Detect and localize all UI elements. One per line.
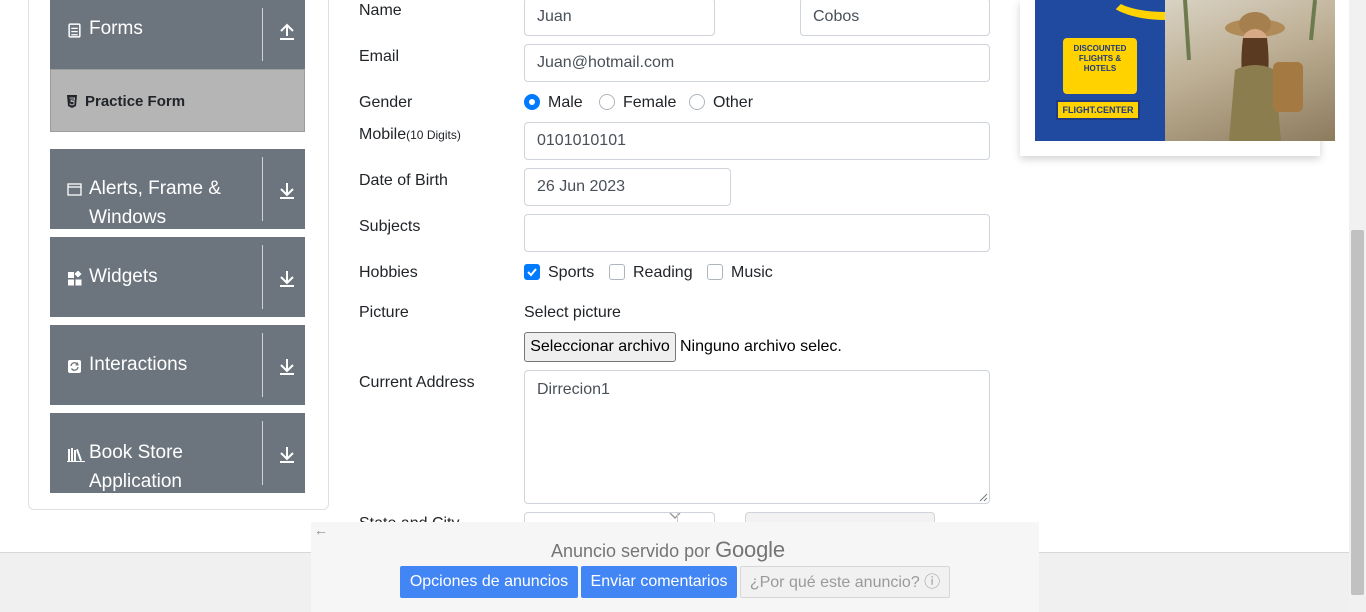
download-arrow-icon[interactable] bbox=[278, 181, 296, 201]
google-logo: Google bbox=[715, 537, 785, 562]
back-arrow-icon[interactable]: ← bbox=[313, 522, 329, 540]
picture-prompt: Select picture bbox=[524, 304, 621, 321]
address-label: Current Address bbox=[359, 374, 475, 391]
email-input[interactable]: Juan@hotmail.com bbox=[524, 44, 990, 82]
document-icon bbox=[68, 23, 81, 38]
sidebar-group-label-line2: Application bbox=[89, 471, 182, 492]
html5-icon bbox=[67, 95, 77, 108]
gender-label: Gender bbox=[359, 94, 413, 111]
widgets-icon bbox=[68, 271, 82, 286]
sidebar-group-interactions[interactable]: Interactions bbox=[50, 325, 305, 405]
gender-option-label[interactable]: Other bbox=[713, 94, 753, 112]
mobile-hint: (10 Digits) bbox=[406, 128, 461, 142]
hobby-option-label[interactable]: Sports bbox=[548, 264, 594, 282]
subjects-label: Subjects bbox=[359, 218, 421, 235]
gender-option-label[interactable]: Male bbox=[548, 94, 583, 112]
scrollbar-thumb[interactable] bbox=[1351, 230, 1364, 595]
hobby-option-label[interactable]: Music bbox=[731, 264, 773, 282]
sidebar-group-label: Widgets bbox=[89, 266, 158, 287]
why-this-ad-button[interactable]: ¿Por qué este anuncio? ⓘ bbox=[740, 566, 950, 598]
refresh-icon bbox=[68, 360, 81, 373]
hobby-reading-checkbox[interactable] bbox=[609, 264, 625, 280]
chevron-down-icon bbox=[669, 513, 681, 519]
sidebar-group-label: Forms bbox=[89, 18, 143, 39]
divider bbox=[262, 245, 263, 309]
traveler-illustration bbox=[1183, 0, 1317, 141]
divider bbox=[262, 157, 263, 221]
hobby-option-label[interactable]: Reading bbox=[633, 264, 693, 282]
window-icon bbox=[67, 183, 82, 196]
hobbies-label: Hobbies bbox=[359, 264, 418, 281]
file-status: Ninguno archivo selec. bbox=[680, 338, 842, 355]
last-name-input[interactable]: Cobos bbox=[800, 0, 990, 36]
sidebar-item-label: Practice Form bbox=[85, 93, 186, 110]
served-by-text: Anuncio servido por bbox=[551, 541, 711, 561]
address-text: Dirrecion1 bbox=[537, 381, 610, 398]
sidebar-group-book-store[interactable]: Book Store Application bbox=[50, 413, 305, 493]
checkmark-icon bbox=[527, 268, 537, 277]
sidebar-group-alerts-frame-windows[interactable]: Alerts, Frame & Windows bbox=[50, 149, 305, 229]
ad-brand-logo: FLIGHT.CENTER bbox=[1056, 100, 1140, 120]
mobile-label-text: Mobile bbox=[359, 126, 407, 143]
download-arrow-icon[interactable] bbox=[278, 445, 296, 465]
first-name-input[interactable]: Juan bbox=[524, 0, 715, 36]
subjects-input[interactable] bbox=[524, 214, 990, 252]
sidebar-group-widgets[interactable]: Widgets bbox=[50, 237, 305, 317]
sidebar-item-practice-form[interactable]: Practice Form bbox=[50, 69, 305, 132]
resize-grip-icon[interactable] bbox=[978, 492, 988, 502]
sidebar-group-label: Book Store bbox=[89, 442, 183, 463]
download-arrow-icon[interactable] bbox=[278, 269, 296, 289]
sidebar-group-label: Interactions bbox=[89, 354, 188, 375]
gender-other-radio[interactable] bbox=[689, 94, 705, 110]
picture-label: Picture bbox=[359, 304, 409, 321]
ad-photo bbox=[1165, 0, 1335, 141]
divider bbox=[262, 8, 263, 61]
divider bbox=[262, 333, 263, 397]
ad-options-button[interactable]: Opciones de anuncios bbox=[400, 566, 578, 598]
divider bbox=[262, 421, 263, 485]
gender-option-label[interactable]: Female bbox=[623, 94, 676, 112]
dob-input[interactable]: 26 Jun 2023 bbox=[524, 168, 731, 206]
mobile-label: Mobile(10 Digits) bbox=[359, 126, 461, 144]
upload-arrow-icon[interactable] bbox=[278, 22, 296, 42]
download-arrow-icon[interactable] bbox=[278, 357, 296, 377]
books-icon bbox=[67, 448, 85, 462]
sidebar-group-forms[interactable]: Forms bbox=[50, 0, 305, 69]
gender-female-radio[interactable] bbox=[599, 94, 615, 110]
email-label: Email bbox=[359, 48, 400, 65]
flight-center-ad[interactable]: DISCOUNTED FLIGHTS & HOTELS FLIGHT.CENTE… bbox=[1035, 0, 1335, 141]
name-label: Name bbox=[359, 2, 402, 19]
dob-label: Date of Birth bbox=[359, 172, 448, 189]
send-feedback-button[interactable]: Enviar comentarios bbox=[581, 566, 737, 598]
gender-male-radio[interactable] bbox=[524, 94, 540, 110]
ad-served-by: Anuncio servido por Google bbox=[551, 537, 785, 563]
choose-file-button[interactable]: Seleccionar archivo bbox=[524, 332, 676, 362]
current-address-textarea[interactable]: Dirrecion1 bbox=[524, 370, 990, 504]
hobby-sports-checkbox[interactable] bbox=[524, 264, 540, 280]
ad-badge-text: DISCOUNTED FLIGHTS & HOTELS bbox=[1073, 44, 1127, 73]
sidebar-group-label-line2: Windows bbox=[89, 207, 167, 228]
sidebar-group-label: Alerts, Frame & bbox=[89, 178, 221, 199]
mobile-input[interactable]: 0101010101 bbox=[524, 122, 990, 160]
hobby-music-checkbox[interactable] bbox=[707, 264, 723, 280]
